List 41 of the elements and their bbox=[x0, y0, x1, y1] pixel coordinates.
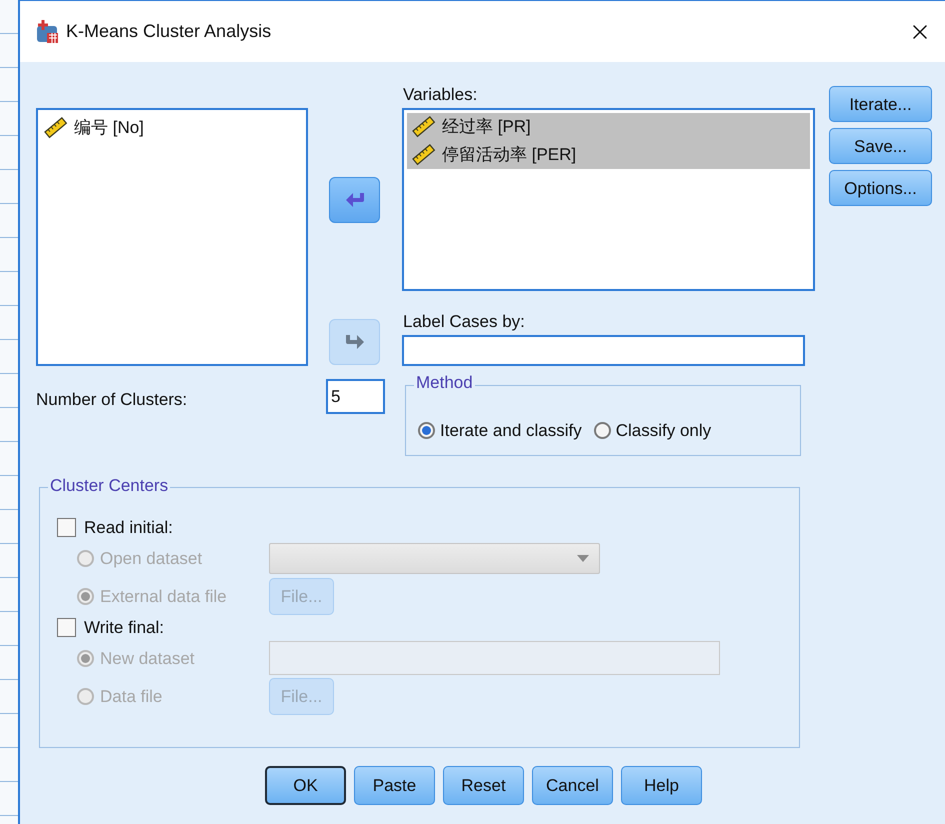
dialog-button[interactable]: Paste bbox=[354, 766, 435, 805]
radio-label: Open dataset bbox=[100, 550, 202, 566]
list-item[interactable]: 停留活动率 [PER] bbox=[407, 141, 810, 169]
variables-list[interactable]: 经过率 [PR] 停留活动率 [PER] bbox=[402, 108, 815, 291]
radio-button[interactable] bbox=[594, 422, 611, 439]
source-list[interactable]: 编号 [No] bbox=[36, 108, 308, 366]
arrow-right-icon bbox=[344, 333, 366, 351]
label-cases-label: Label Cases by: bbox=[402, 313, 526, 333]
window-title: K-Means Cluster Analysis bbox=[66, 20, 272, 43]
list-item[interactable]: 编号 [No] bbox=[38, 114, 306, 141]
arrow-left-icon bbox=[344, 191, 366, 209]
app-icon bbox=[34, 18, 60, 44]
radio-label: Iterate and classify bbox=[440, 422, 582, 439]
item-label: 编号 [No] bbox=[74, 116, 144, 139]
item-label: 停留活动率 [PER] bbox=[442, 144, 576, 166]
dropdown-arrow-icon bbox=[577, 554, 589, 562]
dialog-button[interactable]: Help bbox=[621, 766, 702, 805]
radio-label: Data file bbox=[100, 688, 162, 704]
variables-label: Variables: bbox=[402, 86, 478, 106]
list-item[interactable]: 经过率 [PR] bbox=[407, 113, 810, 141]
checkbox-label: Read initial: bbox=[84, 518, 173, 536]
move-button[interactable] bbox=[329, 177, 380, 223]
clusters-field[interactable]: 5 bbox=[326, 379, 385, 414]
clusters-label: Number of Clusters: bbox=[36, 388, 188, 410]
dialog-button[interactable]: Iterate... bbox=[829, 86, 932, 122]
item-label: 经过率 [PR] bbox=[442, 116, 531, 138]
dialog-button[interactable]: Save... bbox=[829, 128, 932, 164]
radio-label: External data file bbox=[100, 588, 227, 604]
dialog-button[interactable]: Cancel bbox=[532, 766, 613, 805]
radio-label: New dataset bbox=[100, 650, 194, 666]
checkbox[interactable] bbox=[57, 618, 76, 636]
dialog-button[interactable]: OK bbox=[265, 766, 346, 805]
checkbox-label: Write final: bbox=[84, 618, 164, 636]
method-title: Method bbox=[414, 374, 475, 391]
cluster-centers-title: Cluster Centers bbox=[48, 477, 170, 494]
label-cases-field[interactable] bbox=[402, 335, 805, 366]
dialog-button[interactable]: Options... bbox=[829, 170, 932, 206]
checkbox[interactable] bbox=[57, 518, 76, 536]
radio-button[interactable] bbox=[418, 422, 435, 439]
dialog-button[interactable]: Reset bbox=[443, 766, 524, 805]
radio-label: Classify only bbox=[616, 422, 712, 439]
